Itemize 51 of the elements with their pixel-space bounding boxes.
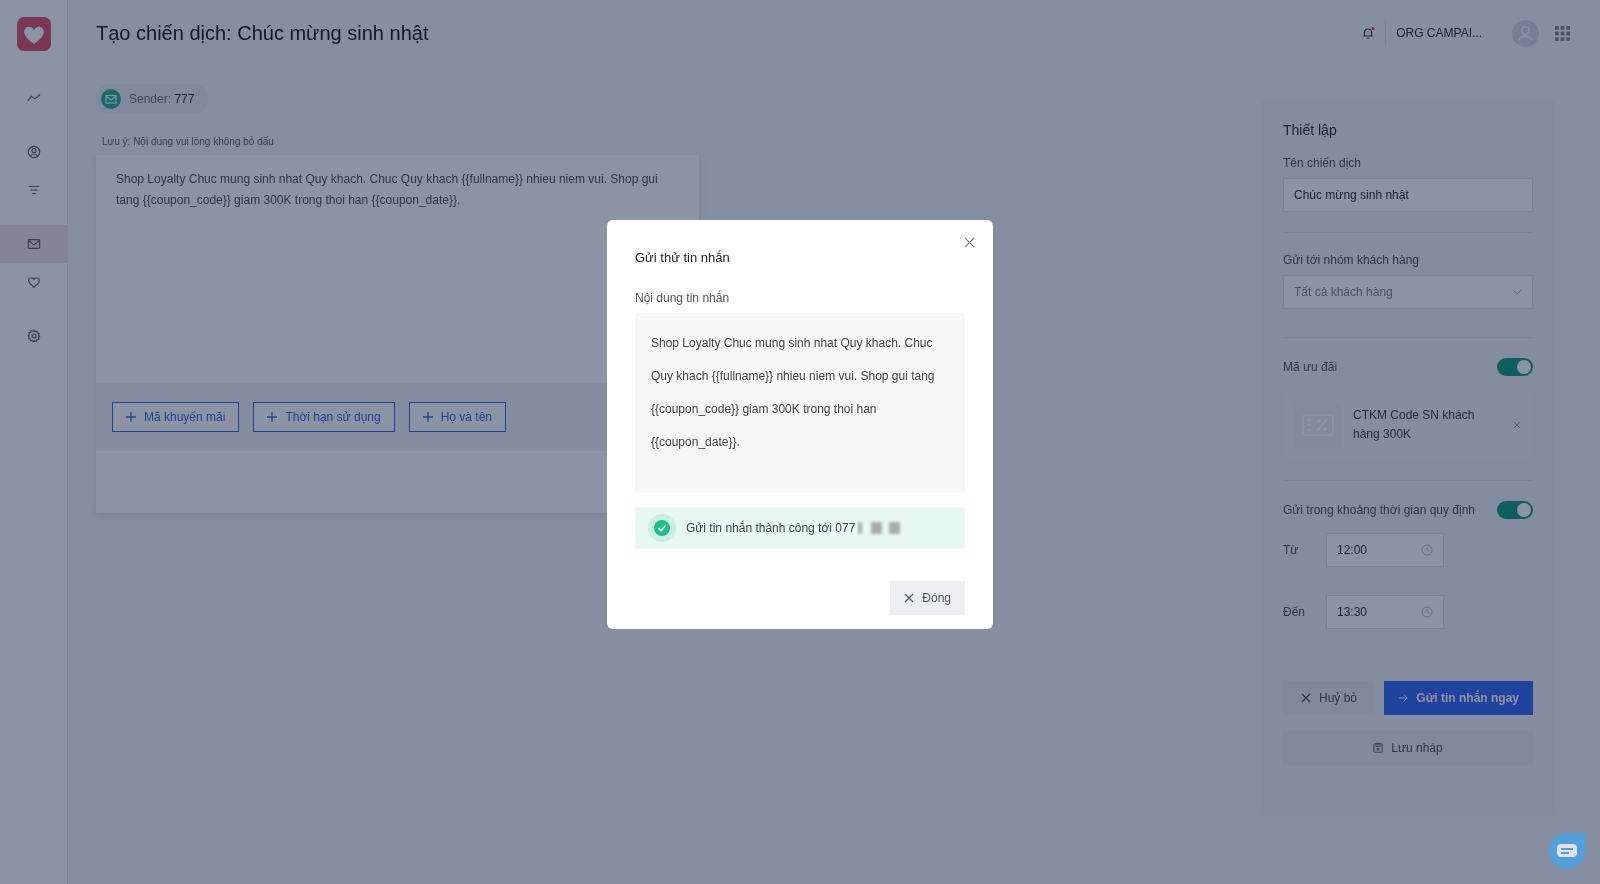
toggle-switch[interactable]	[1497, 501, 1533, 519]
sidebar-item[interactable]	[0, 225, 67, 263]
close-icon[interactable]	[964, 237, 975, 248]
heart-logo[interactable]	[16, 17, 51, 51]
heart-icon[interactable]	[26, 275, 41, 289]
apps-grid-icon[interactable]	[1555, 25, 1570, 41]
mail-icon[interactable]	[26, 237, 41, 251]
insert-variable-button[interactable]: Họ và tên	[408, 402, 507, 432]
field-label: Đến	[1283, 605, 1306, 619]
filter-icon[interactable]	[26, 183, 41, 197]
close-icon	[904, 593, 915, 603]
user-icon[interactable]	[26, 145, 41, 159]
panel-title: Thiết lập	[1283, 122, 1338, 138]
success-message: Gửi tin nhắn thành công tới 077	[686, 521, 856, 535]
close-button[interactable]: Đóng	[890, 581, 965, 615]
plus-icon	[126, 412, 136, 422]
field-label: Từ	[1283, 543, 1300, 557]
field-label: Gửi tới nhóm khách hàng	[1283, 253, 1420, 267]
dialog-title: Gửi thử tin nhắn	[635, 250, 731, 265]
clock-icon	[1421, 606, 1433, 618]
close-icon	[1301, 693, 1311, 703]
mail-icon	[101, 89, 121, 109]
insert-variable-button[interactable]: Mã khuyến mãi	[112, 402, 240, 432]
close-icon[interactable]	[1513, 421, 1521, 429]
organization-name[interactable]: ORG CAMPAI...	[1396, 26, 1482, 40]
sender-label: Sender: 777	[129, 92, 195, 106]
plus-icon	[422, 412, 433, 422]
settings-icon[interactable]	[26, 329, 41, 343]
send-now-button[interactable]: Gửi tin nhắn ngay	[1384, 681, 1533, 715]
check-icon	[648, 514, 676, 542]
field-label: Mã ưu đãi	[1283, 360, 1338, 374]
message-text: Shop Loyalty Chuc mung sinh nhat Quy khach. Chuc Quy khach {{fullname}} nhieu niem vui. Shop gui tang {{coupon_code}} giam 300K trong thoi han {{coupon_date}}.	[651, 336, 935, 449]
campaign-name-field[interactable]: Chúc mừng sinh nhật	[1283, 178, 1533, 212]
coupon-name: CTKM Code SN khách hàng 300K	[1353, 407, 1476, 443]
customer-group-select[interactable]: Tất cả khách hàng	[1283, 275, 1533, 309]
field-label: Nội dung tin nhắn	[635, 291, 731, 305]
time-field[interactable]: 13:30	[1326, 595, 1444, 629]
note-text: Lưu ý: Nội dung vui lòng không bỏ dấu	[102, 136, 275, 147]
arrow-right-icon	[1398, 693, 1409, 703]
bell-icon[interactable]	[1361, 26, 1376, 40]
plus-icon	[267, 412, 278, 422]
chat-bubble-icon[interactable]	[1548, 832, 1586, 870]
page-title: Tạo chiến dịch: Chúc mừng sinh nhật	[96, 21, 429, 45]
toggle-switch[interactable]	[1497, 358, 1533, 376]
clock-icon	[1421, 544, 1433, 556]
save-icon	[1373, 743, 1384, 753]
time-field[interactable]: 12:00	[1326, 533, 1444, 567]
insert-variable-button[interactable]: Thời hạn sử dụng	[253, 402, 395, 432]
field-label: Gửi trong khoảng thời gian quy định	[1283, 503, 1476, 517]
chevron-down-icon	[1512, 289, 1522, 295]
field-label: Tên chiến dịch	[1283, 156, 1363, 170]
